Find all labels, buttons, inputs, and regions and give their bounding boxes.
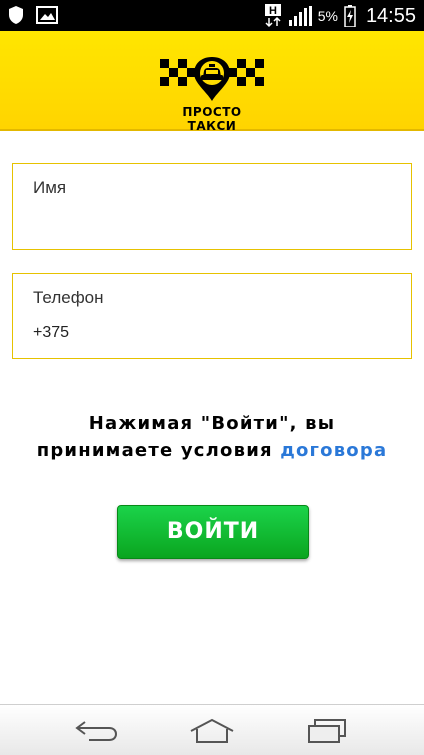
signal-icon	[288, 6, 312, 26]
terms-line-2-text: принимаете условия	[36, 440, 273, 461]
shield-icon	[8, 5, 24, 25]
svg-text:H: H	[269, 5, 277, 17]
battery-charging-icon	[344, 5, 356, 27]
home-button[interactable]	[182, 715, 242, 747]
phone-field-value: +375	[33, 324, 70, 341]
logo-text: ПРОСТО ТАКСИ	[182, 105, 242, 133]
checker-taxi-icon	[160, 57, 264, 101]
recent-apps-button[interactable]	[297, 715, 357, 747]
phone-field-label: Телефон	[33, 288, 104, 307]
network-h-icon: H	[264, 4, 282, 28]
image-icon	[36, 5, 58, 25]
taxi-logo: ПРОСТО ТАКСИ	[156, 55, 268, 133]
home-icon	[190, 718, 234, 743]
name-field-label: Имя	[33, 178, 67, 197]
battery-percent: 5%	[317, 8, 338, 24]
status-bar: H 5% 14:55	[0, 0, 424, 31]
phone-field[interactable]: Телефон +375	[12, 273, 412, 359]
clock: 14:55	[365, 4, 416, 27]
back-icon	[75, 721, 118, 741]
terms-notice: Нажимая "Войти", вы принимаете условия д…	[0, 410, 424, 464]
back-button[interactable]	[67, 715, 127, 747]
app-header: ПРОСТО ТАКСИ	[0, 31, 424, 133]
login-button[interactable]: ВОЙТИ	[117, 505, 309, 559]
terms-line-1: Нажимая "Войти", вы	[88, 413, 336, 434]
name-field[interactable]: Имя	[12, 163, 412, 250]
contract-link[interactable]: договора	[280, 440, 387, 461]
recent-apps-icon	[308, 719, 346, 743]
terms-line-2: принимаете условия договора	[0, 437, 424, 464]
navigation-bar	[0, 704, 424, 755]
